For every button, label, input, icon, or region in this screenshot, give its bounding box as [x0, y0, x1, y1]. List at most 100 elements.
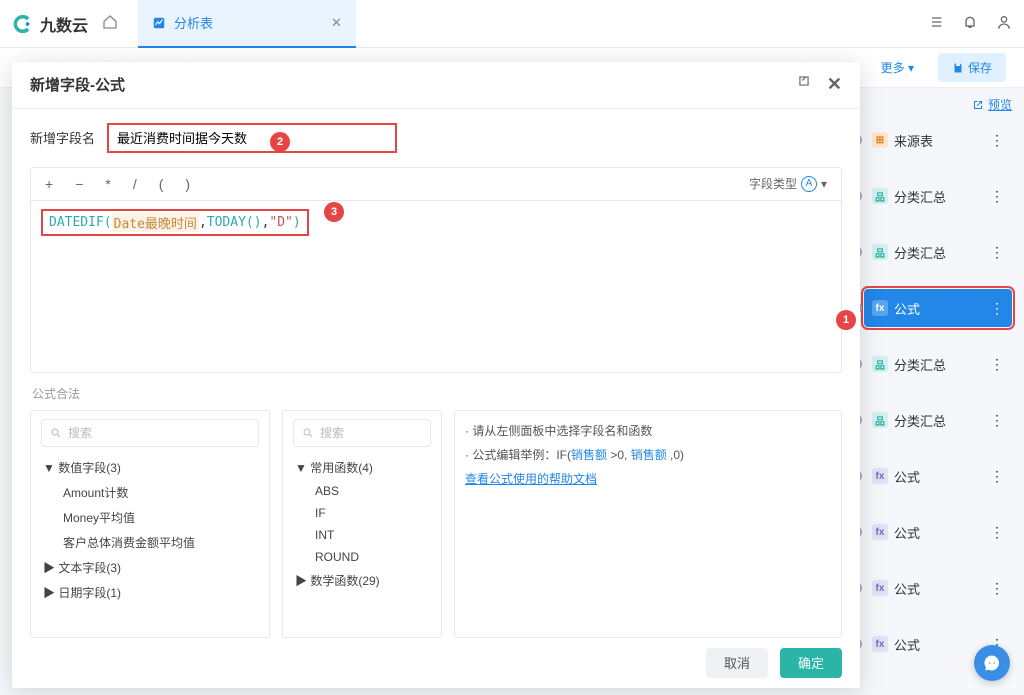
- more-icon[interactable]: ⋮: [990, 580, 1004, 597]
- formula-editor[interactable]: DATEDIF( Date最晚时间 , TODAY() , "D" ): [30, 201, 842, 373]
- search-icon: [302, 427, 314, 439]
- more-icon[interactable]: ⋮: [990, 300, 1004, 317]
- workflow-node-label: 分类汇总: [894, 243, 946, 262]
- more-icon[interactable]: ⋮: [990, 188, 1004, 205]
- popout-icon[interactable]: [797, 74, 811, 95]
- help-doc-link[interactable]: 查看公式使用的帮助文档: [465, 472, 597, 486]
- more-icon[interactable]: ⋮: [990, 412, 1004, 429]
- tree-item[interactable]: Money平均值: [41, 505, 259, 530]
- tree-group[interactable]: ▶ 数学函数(29): [293, 568, 431, 593]
- field-name-input[interactable]: [107, 123, 397, 153]
- validation-status: 公式合法: [32, 385, 840, 402]
- workflow-node-label: 公式: [894, 523, 920, 542]
- help-line-2: · 公式编辑举例：IF(销售额 >0, 销售额 ,0): [465, 443, 831, 467]
- modal-header: 新增字段-公式 ✕: [12, 62, 860, 109]
- workflow-node[interactable]: 品分类汇总 ⋮: [864, 177, 1012, 215]
- workflow-node[interactable]: fx 公式 ⋮: [864, 513, 1012, 551]
- op-mult[interactable]: *: [105, 176, 110, 192]
- field-name-row: 新增字段名: [30, 123, 842, 153]
- workflow-node[interactable]: fx 公式 ⋮: [864, 569, 1012, 607]
- fx-icon: fx: [872, 580, 888, 596]
- group-icon: 品: [872, 188, 888, 204]
- field-type-selector[interactable]: 字段类型 A ▾: [749, 175, 827, 192]
- tree-item[interactable]: Amount计数: [41, 480, 259, 505]
- tree-group[interactable]: ▶ 日期字段(1): [41, 580, 259, 605]
- tree-item[interactable]: ROUND: [293, 546, 431, 568]
- fx-icon: fx: [872, 468, 888, 484]
- tree-item[interactable]: INT: [293, 524, 431, 546]
- workflow-node[interactable]: ⊞ 来源表 ⋮: [864, 121, 1012, 159]
- workflow-node[interactable]: fx 公式 ⋮: [864, 289, 1012, 327]
- workflow-node-label: 分类汇总: [894, 411, 946, 430]
- user-icon[interactable]: [996, 14, 1012, 33]
- fx-icon: fx: [872, 300, 888, 316]
- fx-icon: fx: [872, 636, 888, 652]
- topbar: 九数云 分析表 ✕: [0, 0, 1024, 48]
- formula-expression: DATEDIF( Date最晚时间 , TODAY() , "D" ): [41, 209, 309, 236]
- fx-icon: fx: [872, 524, 888, 540]
- modal-footer: 取消 确定: [12, 638, 860, 688]
- annotation-badge-3: 3: [324, 202, 344, 222]
- workflow-panel: 预览 ⊞来源表⋮品分类汇总⋮品分类汇总⋮fx公式⋮品分类汇总⋮品分类汇总⋮fx公…: [864, 96, 1012, 681]
- cancel-button[interactable]: 取消: [706, 648, 768, 678]
- workflow-node[interactable]: fx 公式 ⋮: [864, 457, 1012, 495]
- close-icon[interactable]: ✕: [827, 74, 842, 95]
- annotation-badge-2: 2: [270, 132, 290, 152]
- more-icon[interactable]: ⋮: [990, 132, 1004, 149]
- tree-group[interactable]: ▼ 数值字段(3): [41, 455, 259, 480]
- op-lp[interactable]: (: [159, 176, 164, 192]
- list-icon[interactable]: [928, 14, 944, 33]
- group-icon: 品: [872, 244, 888, 260]
- more-icon[interactable]: ⋮: [990, 356, 1004, 373]
- workflow-node[interactable]: 品分类汇总⋮: [864, 345, 1012, 383]
- workflow-node[interactable]: 品分类汇总 ⋮: [864, 233, 1012, 271]
- chart-icon: [152, 16, 166, 30]
- ok-button[interactable]: 确定: [780, 648, 842, 678]
- group-icon: 品: [872, 356, 888, 372]
- operator-bar: + − * / ( ) 字段类型 A ▾: [30, 167, 842, 201]
- brand-text: 九数云: [40, 12, 88, 36]
- brand-logo: 九数云: [12, 12, 88, 36]
- workflow-node[interactable]: 品分类汇总 ⋮: [864, 401, 1012, 439]
- brand-icon: [12, 13, 34, 35]
- workflow-node-label: 来源表: [894, 131, 933, 150]
- workflow-node-label: 公式: [894, 467, 920, 486]
- group-icon: 品: [872, 412, 888, 428]
- tree-group[interactable]: ▼ 常用函数(4): [293, 455, 431, 480]
- search-icon: [50, 427, 62, 439]
- home-icon[interactable]: [102, 14, 118, 33]
- bell-icon[interactable]: [962, 14, 978, 33]
- op-plus[interactable]: +: [45, 176, 53, 192]
- field-name-label: 新增字段名: [30, 128, 95, 147]
- formula-modal: 新增字段-公式 ✕ 新增字段名 + − * / ( ) 字段类型 A ▾: [12, 62, 860, 688]
- tree-item[interactable]: 客户总体消费金额平均值: [41, 530, 259, 555]
- op-rp[interactable]: ): [185, 176, 190, 192]
- op-minus[interactable]: −: [75, 176, 83, 192]
- workflow-node-label: 公式: [894, 635, 920, 654]
- fields-panel: 搜索 ▼ 数值字段(3)Amount计数Money平均值客户总体消费金额平均值▶…: [30, 410, 270, 638]
- chevron-down-icon: ▾: [821, 177, 827, 191]
- workflow-node-label: 分类汇总: [894, 187, 946, 206]
- preview-link[interactable]: 预览: [864, 96, 1012, 113]
- tree-item[interactable]: ABS: [293, 480, 431, 502]
- more-icon[interactable]: ⋮: [990, 524, 1004, 541]
- support-fab[interactable]: [974, 645, 1010, 681]
- more-icon[interactable]: ⋮: [990, 244, 1004, 261]
- close-icon[interactable]: ✕: [331, 15, 342, 31]
- op-div[interactable]: /: [133, 176, 137, 192]
- more-icon[interactable]: ⋮: [990, 468, 1004, 485]
- modal-title: 新增字段-公式: [30, 74, 125, 95]
- fields-search[interactable]: 搜索: [41, 419, 259, 447]
- source-icon: ⊞: [872, 132, 888, 148]
- workflow-node-label: 公式: [894, 579, 920, 598]
- tree-item[interactable]: IF: [293, 502, 431, 524]
- annotation-badge-1: 1: [836, 310, 856, 330]
- type-text-icon: A: [801, 176, 817, 192]
- help-line-1: · 请从左侧面板中选择字段名和函数: [465, 419, 831, 443]
- save-button[interactable]: 保存: [938, 53, 1006, 82]
- sec-more-link[interactable]: 更多 ▾: [881, 59, 914, 76]
- functions-search[interactable]: 搜索: [293, 419, 431, 447]
- tree-group[interactable]: ▶ 文本字段(3): [41, 555, 259, 580]
- tab-analysis[interactable]: 分析表 ✕: [138, 0, 356, 48]
- workflow-node-label: 公式: [894, 299, 920, 318]
